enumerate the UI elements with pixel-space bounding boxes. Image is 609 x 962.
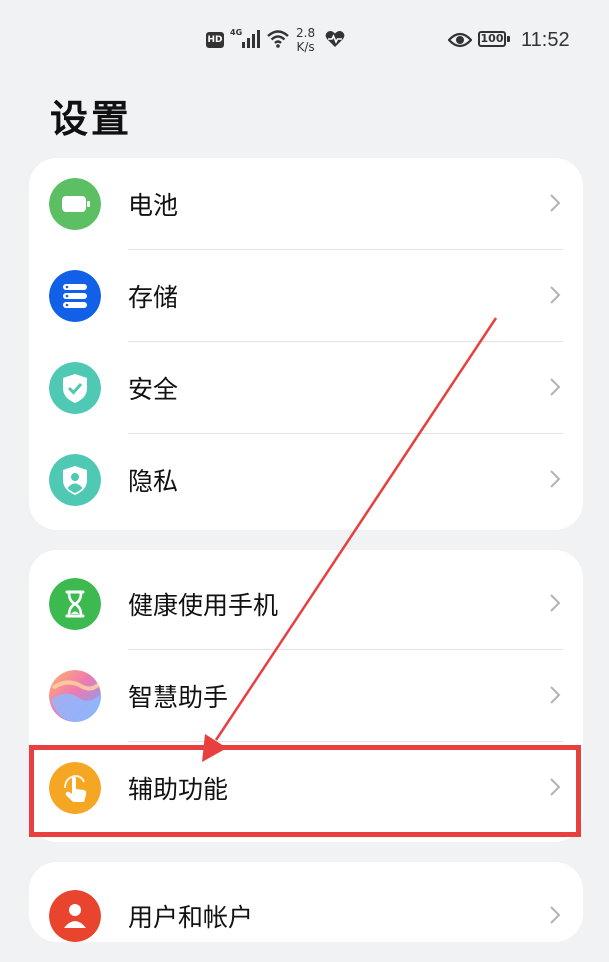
settings-item-label: 用户和帐户 — [128, 903, 254, 932]
storage-icon — [49, 270, 101, 322]
privacy-shield-icon — [49, 454, 101, 506]
page-title: 设置 — [50, 97, 133, 141]
settings-item-label: 智慧助手 — [128, 683, 229, 712]
settings-item-label: 隐私 — [128, 467, 179, 496]
eye-comfort-icon — [448, 32, 472, 48]
settings-item-storage[interactable]: 存储 — [29, 250, 583, 342]
status-bar: HD 4G 2.8 K/s 100 11:52 — [0, 0, 609, 84]
settings-item-battery[interactable]: 电池 — [29, 158, 583, 250]
shield-check-icon — [49, 362, 101, 414]
settings-item-label: 健康使用手机 — [128, 591, 279, 620]
chevron-right-icon — [549, 593, 561, 613]
network-speed: 2.8 K/s — [296, 26, 316, 54]
chevron-right-icon — [549, 685, 561, 705]
settings-group-3: 用户和帐户 — [29, 862, 583, 942]
heart-rate-icon — [325, 31, 345, 47]
settings-item-smart-assistant[interactable]: 智慧助手 — [29, 650, 583, 742]
settings-item-security[interactable]: 安全 — [29, 342, 583, 434]
settings-item-label: 电池 — [128, 191, 179, 220]
user-icon — [49, 890, 101, 942]
chevron-right-icon — [549, 377, 561, 397]
settings-group-1: 电池 存储 安全 隐私 — [29, 158, 583, 530]
settings-item-label: 安全 — [128, 375, 179, 404]
clock: 11:52 — [521, 29, 570, 51]
wifi-icon — [267, 30, 289, 48]
chevron-right-icon — [549, 905, 561, 925]
chevron-right-icon — [549, 469, 561, 489]
settings-item-digital-balance[interactable]: 健康使用手机 — [29, 558, 583, 650]
hourglass-icon — [49, 578, 101, 630]
chevron-right-icon — [549, 285, 561, 305]
battery-status-icon: 100 — [478, 31, 510, 49]
battery-icon — [49, 178, 101, 230]
hd-icon: HD — [206, 32, 224, 48]
highlight-box — [29, 745, 581, 837]
signal-icon — [242, 30, 260, 48]
settings-item-users-accounts[interactable]: 用户和帐户 — [29, 870, 583, 962]
settings-item-label: 存储 — [128, 283, 179, 312]
settings-item-privacy[interactable]: 隐私 — [29, 434, 583, 526]
chevron-right-icon — [549, 193, 561, 213]
assistant-orb-icon — [49, 670, 101, 722]
